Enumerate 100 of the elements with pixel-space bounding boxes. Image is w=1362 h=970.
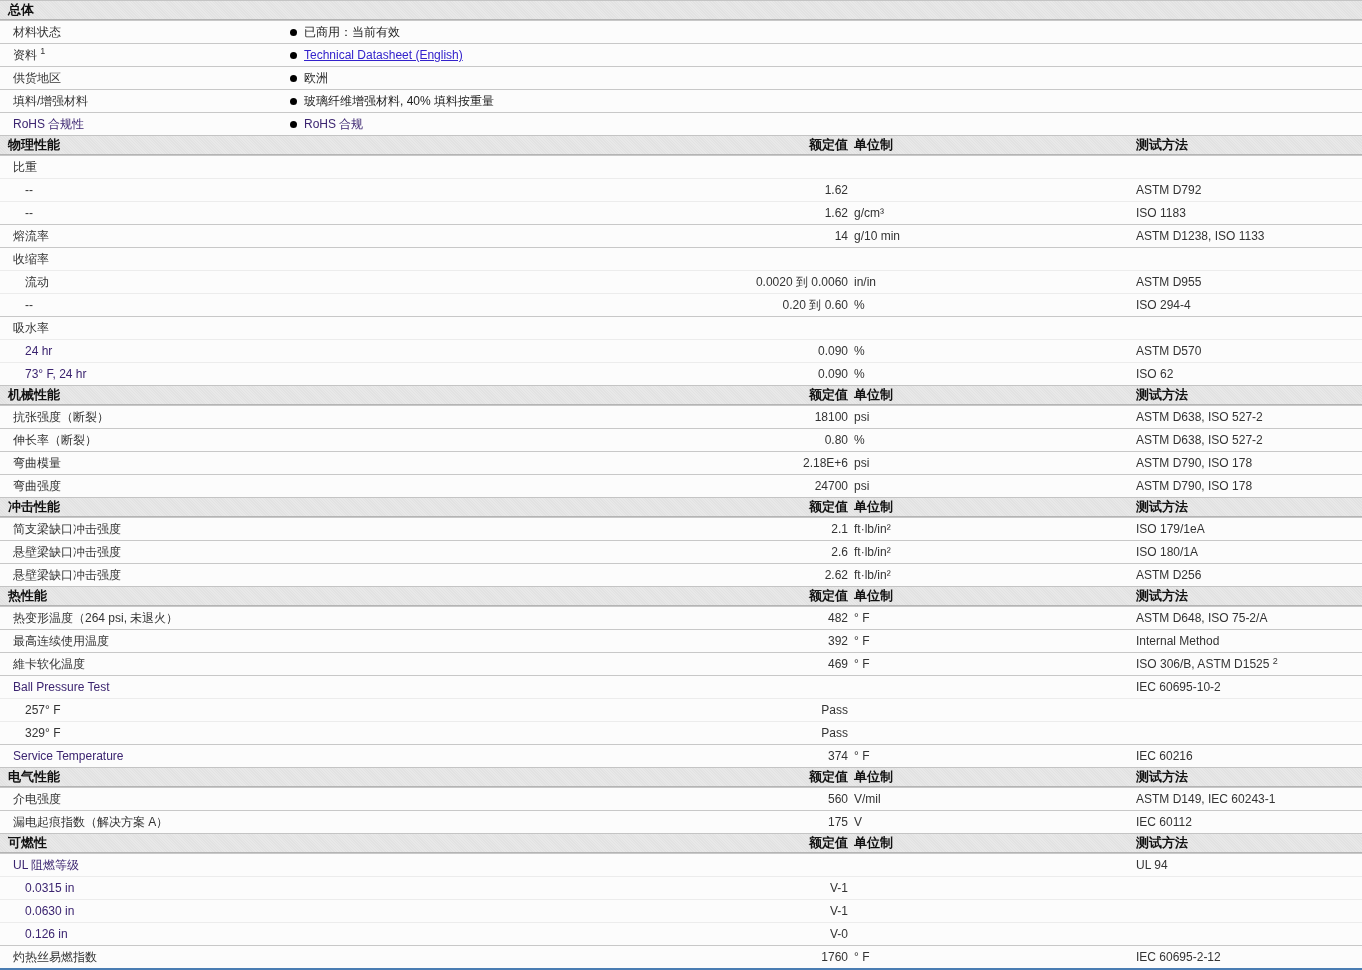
column-heading: 测试方法 — [1136, 768, 1189, 786]
section-title: 冲击性能 — [7, 498, 61, 516]
test-method: ASTM D1238, ISO 1133 — [1136, 229, 1266, 243]
section-title: 总体 — [6, 1, 35, 19]
property-value: 2.6 — [830, 545, 848, 559]
property-value: V-0 — [829, 927, 848, 941]
unit-label: % — [853, 344, 866, 358]
bullet-icon — [290, 74, 297, 82]
property-value: 0.20 到 0.60 — [781, 296, 848, 314]
property-label: 329° F — [24, 726, 62, 740]
unit-label: V — [853, 815, 863, 829]
test-method: ASTM D792 — [1136, 183, 1203, 197]
section-title: 机械性能 — [6, 386, 61, 404]
unit-label: ° F — [853, 950, 871, 964]
property-label: 抗张强度（断裂） — [12, 408, 110, 426]
column-heading: 额定值 — [808, 768, 848, 786]
property-value: 392 — [826, 634, 848, 648]
property-value: 0.0020 到 0.0060 — [754, 273, 848, 291]
column-heading: 额定值 — [808, 498, 848, 516]
property-label: 吸水率 — [12, 319, 50, 337]
unit-label: % — [853, 433, 866, 447]
unit-label: ° F — [853, 634, 871, 648]
property-label: 悬壁梁缺口冲击强度 — [12, 566, 122, 584]
property-value: Pass — [820, 703, 848, 717]
bullet-icon — [290, 97, 297, 105]
property-label: 0.0630 in — [24, 904, 76, 918]
section-title: 可燃性 — [7, 834, 48, 852]
test-method: ASTM D638, ISO 527-2 — [1136, 433, 1264, 447]
test-method: IEC 60216 — [1136, 749, 1194, 763]
test-method: ISO 180/1A — [1136, 545, 1200, 559]
field-value: 玻璃纤维增强材料, 40% 填料按重量 — [304, 92, 495, 110]
property-value: 0.090 — [816, 367, 848, 381]
column-heading: 测试方法 — [1136, 498, 1189, 516]
property-label: 比重 — [12, 158, 38, 176]
column-heading: 单位制 — [853, 768, 894, 786]
property-label: 24 hr — [24, 344, 54, 358]
unit-label: ° F — [853, 657, 871, 671]
test-method: ASTM D648, ISO 75-2/A — [1136, 611, 1269, 625]
bullet-icon — [290, 120, 297, 128]
property-label: -- — [24, 183, 34, 197]
property-label: 资料 $^{1}$ — [12, 46, 47, 64]
property-label: 填料/增强材料 — [12, 92, 90, 110]
property-label: 漏电起痕指数（解决方案 A） — [12, 813, 170, 831]
property-label: 0.0315 in — [24, 881, 76, 895]
unit-label: % — [853, 298, 866, 312]
column-heading: 单位制 — [853, 587, 894, 605]
column-heading: 单位制 — [853, 834, 894, 852]
test-method: ISO 306/B, ASTM D1525 $^{2}$ — [1136, 657, 1279, 671]
property-value: 175 — [826, 815, 848, 829]
property-label: 简支梁缺口冲击强度 — [12, 520, 122, 538]
property-label: 介电强度 — [12, 790, 62, 808]
unit-label: psi — [853, 456, 871, 470]
datasheet-link[interactable]: Technical Datasheet (English) — [304, 48, 463, 62]
property-value: 482 — [826, 611, 848, 625]
test-method: IEC 60695-10-2 — [1136, 680, 1222, 694]
bullet-icon — [290, 28, 297, 36]
test-method: ISO 179/1eA — [1136, 522, 1206, 536]
property-label: 收缩率 — [12, 250, 50, 268]
unit-label: g/cm³ — [853, 206, 885, 220]
property-value: 14 — [833, 229, 848, 243]
property-label: 弯曲模量 — [12, 454, 62, 472]
property-value: 2.62 — [823, 568, 848, 582]
property-label: 悬壁梁缺口冲击强度 — [12, 543, 122, 561]
section-title: 物理性能 — [7, 136, 61, 154]
unit-label: ft·lb/in² — [853, 522, 892, 536]
section-title: 热性能 — [7, 587, 48, 605]
property-label: Service Temperature — [12, 749, 125, 763]
property-label: Ball Pressure Test — [12, 680, 111, 694]
property-value: 1.62 — [823, 183, 848, 197]
test-method: ASTM D955 — [1136, 275, 1203, 289]
property-value: Pass — [820, 726, 848, 740]
property-value: 1760 — [820, 950, 848, 964]
column-heading: 单位制 — [853, 386, 894, 404]
bullet-icon — [290, 51, 297, 59]
column-heading: 额定值 — [808, 834, 848, 852]
property-label: 弯曲强度 — [12, 477, 62, 495]
property-label: 伸长率（断裂） — [12, 431, 98, 449]
test-method: ASTM D638, ISO 527-2 — [1136, 410, 1264, 424]
property-value: 2.18E+6 — [801, 456, 848, 470]
column-heading: 额定值 — [808, 587, 848, 605]
test-method: IEC 60112 — [1136, 815, 1193, 829]
unit-label: g/10 min — [853, 229, 902, 243]
column-heading: 额定值 — [808, 136, 848, 154]
property-value: V-1 — [829, 904, 848, 918]
test-method: ASTM D790, ISO 178 — [1136, 456, 1254, 470]
property-value: 2.1 — [830, 522, 848, 536]
test-method: ASTM D256 — [1136, 568, 1203, 582]
test-method: Internal Method — [1136, 634, 1221, 648]
property-label: 257° F — [24, 703, 62, 717]
test-method: ISO 294-4 — [1136, 298, 1192, 312]
property-label: 供货地区 — [12, 69, 62, 87]
property-label: UL 阻燃等级 — [12, 856, 81, 874]
field-value: 欧洲 — [304, 69, 328, 87]
test-method: ISO 62 — [1136, 367, 1175, 381]
property-label: 灼热丝易燃指数 — [12, 948, 98, 966]
column-heading: 单位制 — [853, 136, 894, 154]
column-heading: 测试方法 — [1136, 136, 1189, 154]
unit-label: ° F — [853, 749, 871, 763]
column-heading: 测试方法 — [1136, 386, 1189, 404]
section-title: 电气性能 — [7, 768, 61, 786]
